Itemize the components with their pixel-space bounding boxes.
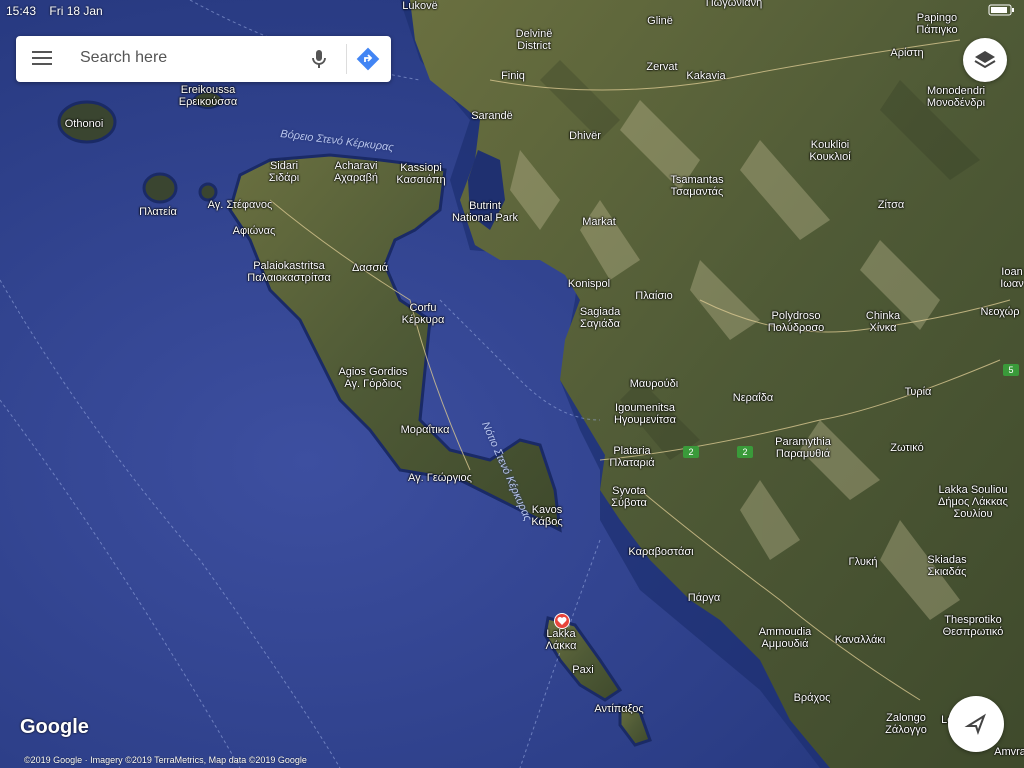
place-label-acharavi[interactable]: Acharavi Αχαραβή — [334, 160, 378, 184]
place-label-zitsa[interactable]: Ζίτσα — [878, 199, 905, 211]
search-input[interactable]: Search here — [80, 49, 167, 67]
status-time: 15:43 — [6, 4, 37, 18]
place-label-mavroudi[interactable]: Μαυρούδι — [630, 378, 679, 390]
road-number-badge: 2 — [683, 446, 699, 458]
place-label-kanallaki[interactable]: Καναλλάκι — [835, 634, 886, 646]
place-label-othonoi[interactable]: Othonoi — [65, 118, 104, 130]
place-label-sagiada[interactable]: Sagiada Σαγιάδα — [580, 306, 620, 330]
place-label-finiq[interactable]: Finiq — [501, 70, 525, 82]
place-label-zalongo[interactable]: Zalongo Ζάλογγο — [885, 712, 927, 736]
place-label-pogoniani[interactable]: Πωγωνιανη — [706, 0, 763, 9]
place-label-papingo[interactable]: Papingo Πάπιγκο — [916, 12, 957, 36]
place-label-aggeorgios[interactable]: Αγ. Γεώργιος — [408, 472, 472, 484]
place-label-aristi[interactable]: Αρίστη — [890, 47, 923, 59]
place-label-chinka[interactable]: Chinka Χίνκα — [866, 310, 900, 334]
place-label-neraida[interactable]: Νεραΐδα — [733, 392, 773, 404]
road-number-badge: 5 — [1003, 364, 1019, 376]
place-label-gline[interactable]: Glinë — [647, 15, 673, 27]
place-label-ammoudia[interactable]: Ammoudia Αμμουδιά — [759, 626, 812, 650]
place-label-karavostasi[interactable]: Καραβοστάσι — [628, 546, 693, 558]
navigation-arrow-icon[interactable] — [948, 696, 1004, 752]
place-label-kakavia[interactable]: Kakavia — [686, 70, 725, 82]
place-label-antipaxos[interactable]: Αντίπαξος — [594, 703, 643, 715]
place-label-delvine[interactable]: Delvinë District — [516, 28, 553, 52]
mic-icon[interactable] — [308, 48, 330, 70]
place-label-zervat[interactable]: Zervat — [646, 61, 677, 73]
place-label-butrint[interactable]: Butrint National Park — [452, 200, 518, 224]
status-bar: 15:43 Fri 18 Jan — [6, 4, 113, 18]
place-label-corfu[interactable]: Corfu Κέρκυρα — [402, 302, 445, 326]
place-label-plateia[interactable]: Πλατεία — [139, 206, 177, 218]
search-divider — [346, 44, 347, 74]
place-label-lakka[interactable]: Lakka Λάκκα — [546, 628, 577, 652]
place-label-thesprotiko[interactable]: Thesprotiko Θεσπρωτικό — [943, 614, 1004, 638]
place-label-afionas[interactable]: Αφιώνας — [233, 225, 276, 237]
place-label-dassia[interactable]: Δασσιά — [352, 262, 388, 274]
battery-icon — [988, 4, 1016, 19]
place-label-paxi[interactable]: Paxi — [572, 664, 593, 676]
place-label-skiadas[interactable]: Skiadas Σκιαδάς — [927, 554, 966, 578]
map-attribution: ©2019 Google · Imagery ©2019 TerraMetric… — [24, 755, 307, 765]
place-label-plaisio[interactable]: Πλαίσιο — [635, 290, 672, 302]
place-label-neochori[interactable]: Νεοχώρ — [981, 306, 1020, 318]
place-label-tyria[interactable]: Τυρία — [905, 386, 932, 398]
place-label-vrachos[interactable]: Βράχος — [794, 692, 831, 704]
road-number-badge: 2 — [737, 446, 753, 458]
place-label-kassiopi[interactable]: Kassiopi Κασσιόπη — [396, 162, 445, 186]
place-label-lakkasouliou[interactable]: Lakka Souliou Δήμος Λάκκας Σουλίου — [938, 484, 1008, 520]
place-label-agiosgordios[interactable]: Agios Gordios Αγ. Γόρδιος — [338, 366, 407, 390]
place-label-tsamantas[interactable]: Tsamantas Τσαμαντάς — [670, 174, 723, 198]
place-label-ereikoussa[interactable]: Ereikoussa Ερεικούσσα — [179, 84, 237, 108]
place-label-kouklioi[interactable]: Koukliοi Κουκλιοί — [809, 139, 850, 163]
place-label-monodendri[interactable]: Monodendri Μονοδένδρι — [927, 85, 985, 109]
place-label-syvota[interactable]: Syvota Σύβοτα — [611, 485, 647, 509]
place-label-ioan[interactable]: Ioan Ιωαν — [1000, 266, 1024, 290]
heart-pin-icon[interactable] — [554, 613, 570, 629]
place-label-zotiko[interactable]: Ζωτικό — [890, 442, 923, 454]
place-label-parga[interactable]: Πάργα — [688, 592, 720, 604]
place-label-markat[interactable]: Markat — [582, 216, 616, 228]
search-bar[interactable]: Search here — [16, 36, 391, 82]
place-label-sarande[interactable]: Sarandë — [471, 110, 513, 122]
menu-icon[interactable] — [32, 51, 52, 67]
layers-icon[interactable] — [963, 38, 1007, 82]
place-label-polydroso[interactable]: Polydroso Πολύδροσο — [768, 310, 825, 334]
place-label-sidari[interactable]: Sidari Σιδάρι — [269, 160, 299, 184]
place-label-plataria[interactable]: Plataria Πλαταριά — [609, 445, 654, 469]
google-logo: Google — [20, 716, 89, 738]
place-label-moraitika[interactable]: Μοραΐτικα — [401, 424, 450, 436]
place-label-palaiokastritsa[interactable]: Palaiokastritsa Παλαιοκαστρίτσα — [247, 260, 330, 284]
place-label-dhiver[interactable]: Dhivër — [569, 130, 601, 142]
place-label-igoumenitsa[interactable]: Igoumenitsa Ηγουμενίτσα — [614, 402, 676, 426]
directions-icon[interactable] — [356, 47, 380, 71]
place-label-kavos[interactable]: Kavos Κάβος — [531, 504, 562, 528]
place-label-lukove[interactable]: Lukovë — [402, 0, 437, 12]
status-date: Fri 18 Jan — [49, 4, 103, 18]
place-label-konispol[interactable]: Konispol — [568, 278, 610, 290]
place-label-agstefanos[interactable]: Αγ. Στέφανος — [208, 199, 273, 211]
place-label-glyki[interactable]: Γλυκή — [849, 556, 878, 568]
place-label-paramythia[interactable]: Paramythia Παραμυθιά — [775, 436, 831, 460]
